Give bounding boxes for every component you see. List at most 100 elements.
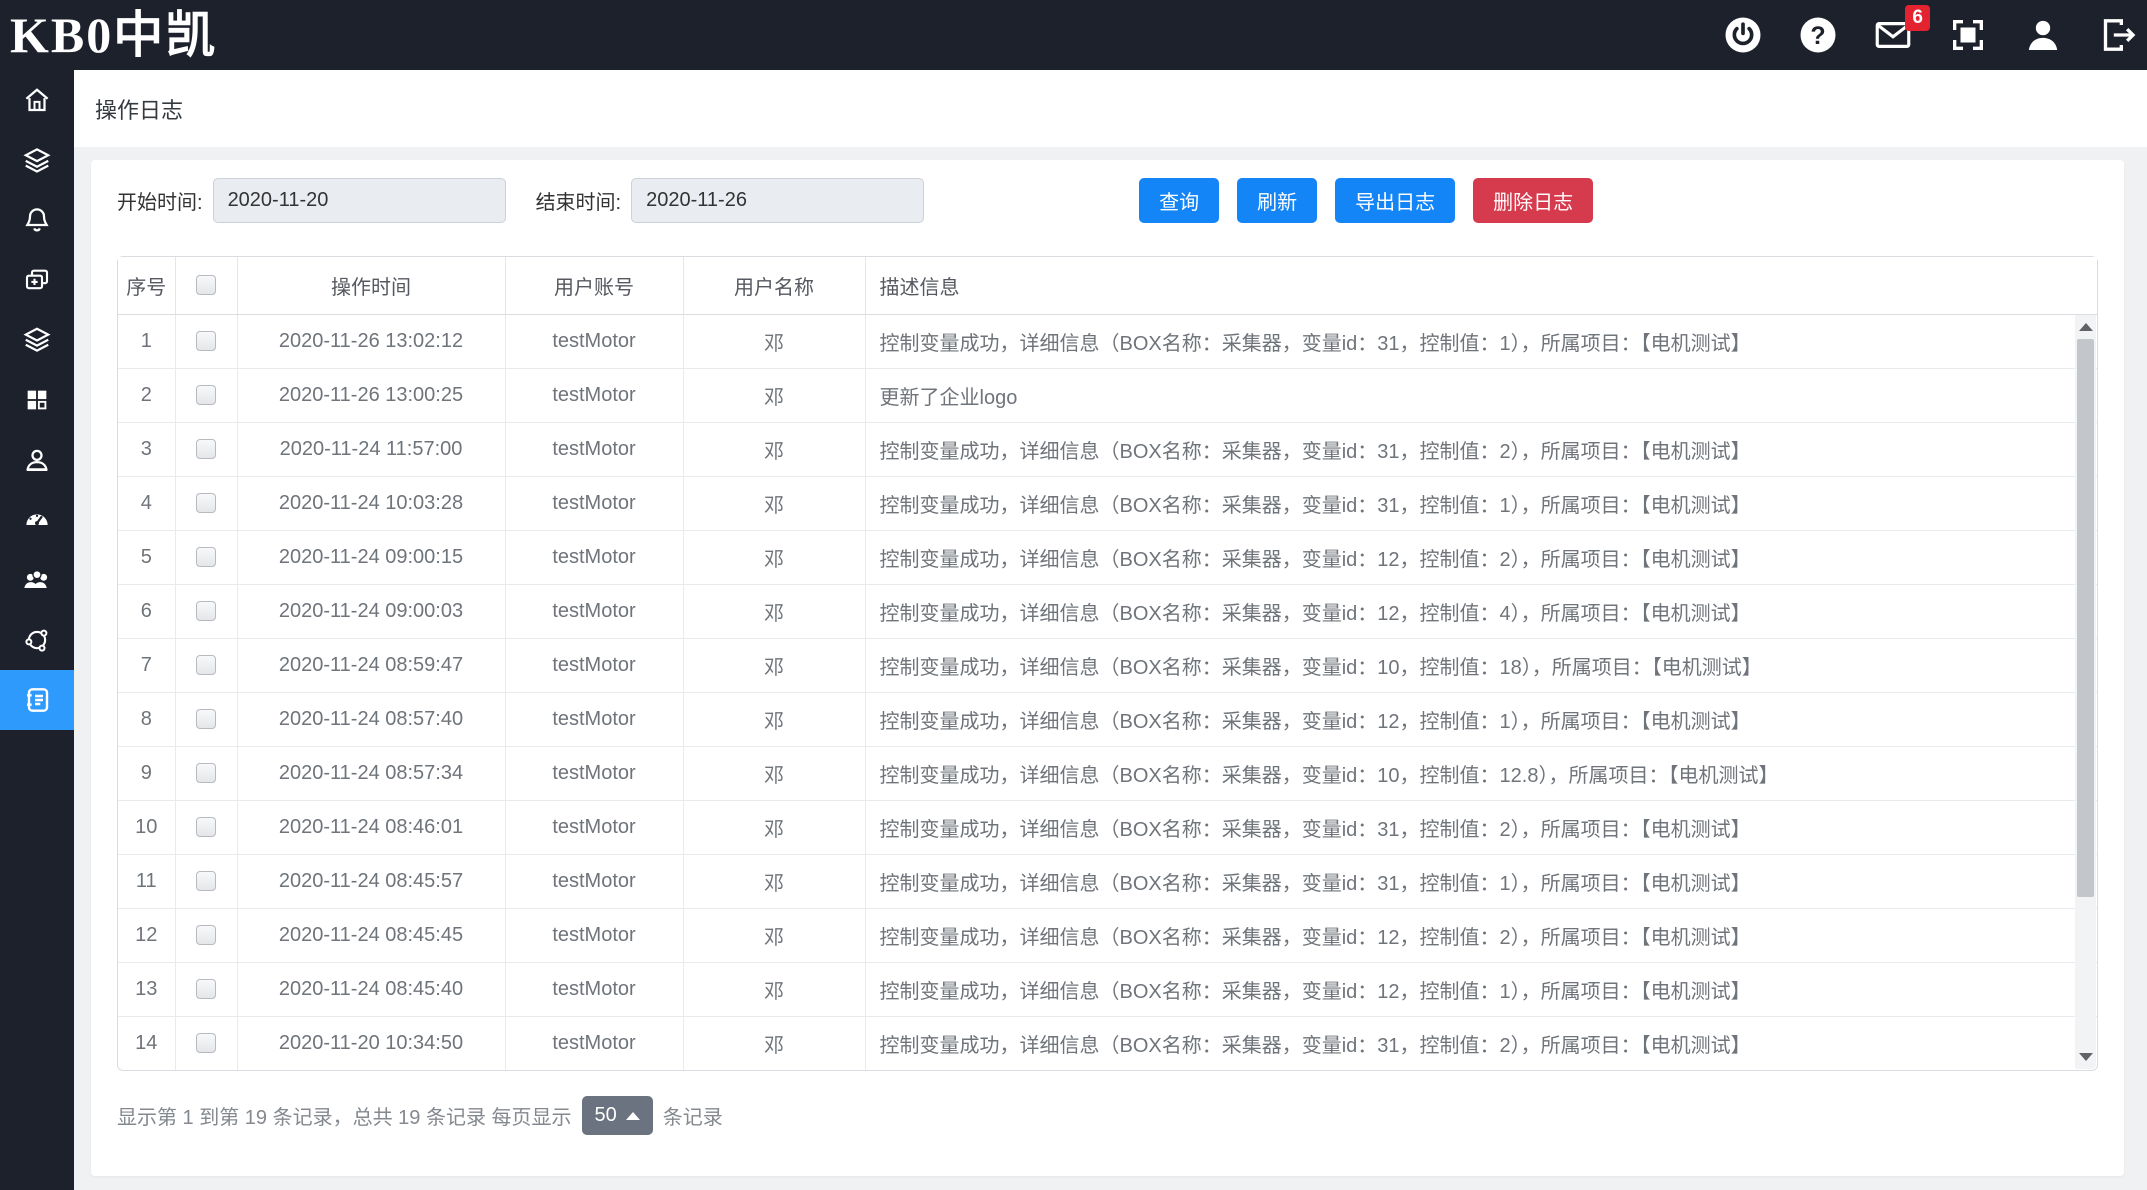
row-description: 控制变量成功，详细信息（BOX名称：采集器，变量id：10，控制值：12.8），… bbox=[865, 746, 2097, 800]
person-icon bbox=[22, 445, 52, 475]
table-row: 9 2020-11-24 08:57:34 testMotor 邓 控制变量成功… bbox=[118, 746, 2097, 800]
table-body: 1 2020-11-26 13:02:12 testMotor 邓 控制变量成功… bbox=[118, 314, 2097, 1070]
row-account: testMotor bbox=[505, 854, 683, 908]
refresh-button[interactable]: 刷新 bbox=[1237, 178, 1317, 223]
sidebar-item-layers[interactable] bbox=[0, 130, 74, 190]
pagination-summary: 显示第 1 到第 19 条记录，总共 19 条记录 每页显示 bbox=[117, 1101, 572, 1130]
row-username: 邓 bbox=[683, 638, 865, 692]
messages-button[interactable]: 6 bbox=[1872, 14, 1914, 56]
row-time: 2020-11-26 13:02:12 bbox=[237, 314, 505, 368]
row-number: 11 bbox=[118, 854, 175, 908]
table-row: 8 2020-11-24 08:57:40 testMotor 邓 控制变量成功… bbox=[118, 692, 2097, 746]
sidebar-item-members[interactable] bbox=[0, 550, 74, 610]
row-description: 控制变量成功，详细信息（BOX名称：采集器，变量id：12，控制值：1），所属项… bbox=[865, 692, 2097, 746]
help-button[interactable]: ? bbox=[1797, 14, 1839, 56]
sidebar-item-network[interactable] bbox=[0, 610, 74, 670]
row-select-cell bbox=[175, 638, 237, 692]
row-account: testMotor bbox=[505, 692, 683, 746]
row-description: 更新了企业logo bbox=[865, 368, 2097, 422]
table-row: 13 2020-11-24 08:45:40 testMotor 邓 控制变量成… bbox=[118, 962, 2097, 1016]
row-checkbox[interactable] bbox=[196, 709, 216, 729]
row-account: testMotor bbox=[505, 1016, 683, 1070]
row-select-cell bbox=[175, 1016, 237, 1070]
sidebar-item-alarms[interactable] bbox=[0, 190, 74, 250]
row-time: 2020-11-24 10:03:28 bbox=[237, 476, 505, 530]
row-checkbox[interactable] bbox=[196, 979, 216, 999]
row-description: 控制变量成功，详细信息（BOX名称：采集器，变量id：31，控制值：2），所属项… bbox=[865, 800, 2097, 854]
sidebar-item-apps[interactable] bbox=[0, 370, 74, 430]
row-time: 2020-11-24 08:57:34 bbox=[237, 746, 505, 800]
bell-icon bbox=[22, 205, 52, 235]
row-account: testMotor bbox=[505, 368, 683, 422]
row-checkbox[interactable] bbox=[196, 385, 216, 405]
row-checkbox[interactable] bbox=[196, 655, 216, 675]
sidebar-item-user-manage[interactable] bbox=[0, 430, 74, 490]
top-navbar: KB0中凯 ? 6 bbox=[0, 0, 2147, 70]
select-all-checkbox[interactable] bbox=[196, 275, 216, 295]
row-checkbox[interactable] bbox=[196, 547, 216, 567]
export-logs-button[interactable]: 导出日志 bbox=[1335, 178, 1455, 223]
power-button[interactable] bbox=[1722, 14, 1764, 56]
row-number: 1 bbox=[118, 314, 175, 368]
row-checkbox[interactable] bbox=[196, 817, 216, 837]
row-select-cell bbox=[175, 692, 237, 746]
scroll-down-arrow[interactable] bbox=[2079, 1053, 2093, 1061]
row-select-cell bbox=[175, 854, 237, 908]
col-header-username: 用户名称 bbox=[683, 257, 865, 314]
col-header-select bbox=[175, 257, 237, 314]
row-time: 2020-11-24 08:45:45 bbox=[237, 908, 505, 962]
row-time: 2020-11-24 08:45:40 bbox=[237, 962, 505, 1016]
end-time-label: 结束时间: bbox=[536, 186, 622, 215]
query-button[interactable]: 查询 bbox=[1139, 178, 1219, 223]
filter-buttons: 查询 刷新 导出日志 bbox=[1139, 178, 1455, 223]
content-area: 开始时间: 结束时间: 查询 刷新 导出日志 删除日志 序号 bbox=[74, 147, 2147, 1190]
logout-button[interactable] bbox=[2097, 14, 2139, 56]
home-icon bbox=[22, 85, 52, 115]
table-row: 6 2020-11-24 09:00:03 testMotor 邓 控制变量成功… bbox=[118, 584, 2097, 638]
row-username: 邓 bbox=[683, 584, 865, 638]
scrollbar-thumb[interactable] bbox=[2077, 339, 2094, 897]
row-number: 2 bbox=[118, 368, 175, 422]
delete-logs-button[interactable]: 删除日志 bbox=[1473, 178, 1593, 223]
row-description: 控制变量成功，详细信息（BOX名称：采集器，变量id：12，控制值：1），所属项… bbox=[865, 962, 2097, 1016]
row-checkbox[interactable] bbox=[196, 331, 216, 351]
sidebar-item-monitor[interactable] bbox=[0, 490, 74, 550]
row-checkbox[interactable] bbox=[196, 493, 216, 513]
title-bar: 操作日志 bbox=[74, 70, 2147, 147]
row-checkbox[interactable] bbox=[196, 1033, 216, 1053]
row-checkbox[interactable] bbox=[196, 763, 216, 783]
sidebar-item-devices[interactable] bbox=[0, 310, 74, 370]
table-row: 11 2020-11-24 08:45:57 testMotor 邓 控制变量成… bbox=[118, 854, 2097, 908]
col-header-account: 用户账号 bbox=[505, 257, 683, 314]
row-time: 2020-11-24 11:57:00 bbox=[237, 422, 505, 476]
row-checkbox[interactable] bbox=[196, 925, 216, 945]
table-row: 12 2020-11-24 08:45:45 testMotor 邓 控制变量成… bbox=[118, 908, 2097, 962]
row-number: 13 bbox=[118, 962, 175, 1016]
scroll-up-arrow[interactable] bbox=[2079, 323, 2093, 331]
user-button[interactable] bbox=[2022, 14, 2064, 56]
row-username: 邓 bbox=[683, 746, 865, 800]
sidebar-item-operation-logs[interactable] bbox=[0, 670, 74, 730]
fullscreen-button[interactable] bbox=[1947, 14, 1989, 56]
row-number: 5 bbox=[118, 530, 175, 584]
row-description: 控制变量成功，详细信息（BOX名称：采集器，变量id：12，控制值：4），所属项… bbox=[865, 584, 2097, 638]
table-scrollbar[interactable] bbox=[2075, 315, 2096, 1069]
row-checkbox[interactable] bbox=[196, 439, 216, 459]
row-account: testMotor bbox=[505, 908, 683, 962]
row-account: testMotor bbox=[505, 638, 683, 692]
row-username: 邓 bbox=[683, 1016, 865, 1070]
row-checkbox[interactable] bbox=[196, 871, 216, 891]
page-size-select[interactable]: 50 bbox=[582, 1096, 653, 1135]
log-panel: 开始时间: 结束时间: 查询 刷新 导出日志 删除日志 序号 bbox=[91, 160, 2124, 1176]
row-checkbox[interactable] bbox=[196, 601, 216, 621]
sidebar-item-home[interactable] bbox=[0, 70, 74, 130]
end-time-input[interactable] bbox=[631, 178, 924, 223]
sidebar-item-add-project[interactable] bbox=[0, 250, 74, 310]
row-username: 邓 bbox=[683, 314, 865, 368]
sidebar bbox=[0, 70, 74, 1190]
row-account: testMotor bbox=[505, 800, 683, 854]
page-title: 操作日志 bbox=[95, 93, 183, 125]
row-description: 控制变量成功，详细信息（BOX名称：采集器，变量id：12，控制值：2），所属项… bbox=[865, 530, 2097, 584]
start-time-input[interactable] bbox=[213, 178, 506, 223]
row-select-cell bbox=[175, 314, 237, 368]
